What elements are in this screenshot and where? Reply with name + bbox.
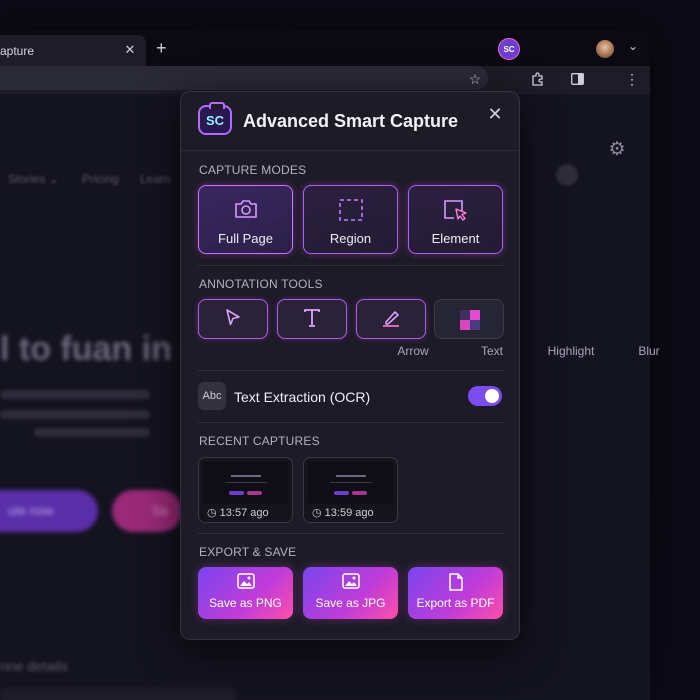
theme-toggle-icon[interactable] xyxy=(556,164,578,186)
address-bar[interactable] xyxy=(0,66,488,90)
document-icon xyxy=(408,573,503,596)
profile-avatar[interactable] xyxy=(596,40,614,58)
cta-secondary-button[interactable]: Sa xyxy=(112,490,182,532)
tool-text[interactable] xyxy=(277,299,347,339)
save-as-jpg-button[interactable]: Save as JPG xyxy=(303,567,398,619)
capture-time-label: 13:59 ago xyxy=(324,507,374,519)
smart-capture-popup: SC Advanced Smart Capture ✕ CAPTURE MODE… xyxy=(180,91,660,640)
nav-item-learn[interactable]: Learn xyxy=(140,172,171,186)
annotation-tools-heading: ANNOTATION TOOLS xyxy=(199,277,323,291)
capture-modes-heading: CAPTURE MODES xyxy=(199,163,307,177)
tab-close-icon[interactable]: ✕ xyxy=(122,42,138,58)
hero-subtext-line xyxy=(34,428,150,437)
tool-label-arrow: Arrow xyxy=(397,344,429,358)
extensions-puzzle-icon[interactable] xyxy=(528,69,548,89)
app-logo-icon: SC xyxy=(198,102,232,135)
capture-mode-label: Region xyxy=(329,231,372,246)
text-tool-icon xyxy=(278,307,346,335)
tool-blur[interactable] xyxy=(434,299,504,339)
region-select-icon xyxy=(304,198,397,228)
capture-time: ◷ 13:59 ago xyxy=(312,506,374,519)
tab-title: apture xyxy=(0,43,35,58)
details-heading: nne details xyxy=(0,658,68,674)
tool-arrow[interactable] xyxy=(198,299,268,339)
browser-toolbar: ☆ ⋮ xyxy=(0,66,650,94)
hero-subtext-line xyxy=(0,390,150,399)
export-label: Export as PDF xyxy=(416,596,495,610)
tool-label-highlight: Highlight xyxy=(547,344,595,358)
tool-highlight[interactable] xyxy=(356,299,426,339)
close-icon[interactable]: ✕ xyxy=(485,104,505,125)
section-divider xyxy=(198,265,504,266)
element-select-icon xyxy=(409,198,502,230)
extension-smart-capture-icon[interactable]: SC xyxy=(498,38,520,60)
cta-secondary-label: Sa xyxy=(152,503,168,518)
logo-text: SC xyxy=(205,112,225,128)
cta-primary-label: ute now xyxy=(8,503,54,518)
nav-item-stories[interactable]: Stories ⌄ xyxy=(8,172,59,186)
capture-mode-label: Element xyxy=(431,231,480,246)
settings-gear-icon[interactable]: ⚙ xyxy=(603,135,631,163)
section-divider xyxy=(198,422,504,423)
section-divider xyxy=(198,370,504,371)
save-as-png-button[interactable]: Save as PNG xyxy=(198,567,293,619)
ocr-label: Text Extraction (OCR) xyxy=(234,389,371,405)
capture-mode-region[interactable]: Region xyxy=(303,185,398,254)
section-divider xyxy=(198,533,504,534)
arrow-cursor-icon xyxy=(199,307,267,335)
capture-time-label: 13:57 ago xyxy=(219,507,269,519)
clock-icon: ◷ xyxy=(312,507,322,519)
capture-mode-full-page[interactable]: Full Page xyxy=(198,185,293,254)
cta-primary-button[interactable]: ute now xyxy=(0,490,98,532)
capture-mode-label: Full Page xyxy=(218,231,273,246)
tool-label-blur: Blur xyxy=(638,344,660,358)
tab-bar: apture ✕ + ⌄ xyxy=(0,30,650,66)
export-as-pdf-button[interactable]: Export as PDF xyxy=(408,567,503,619)
tab-search-icon[interactable]: ⌄ xyxy=(628,39,638,53)
tool-label-text: Text xyxy=(480,344,503,358)
capture-mode-element[interactable]: Element xyxy=(408,185,503,254)
image-icon xyxy=(198,573,293,594)
details-field xyxy=(0,688,236,700)
bookmark-star-icon[interactable]: ☆ xyxy=(465,69,485,89)
export-heading: EXPORT & SAVE xyxy=(199,545,297,559)
camera-icon xyxy=(199,198,292,226)
recent-capture-thumbnail[interactable]: ◷ 13:59 ago xyxy=(303,457,398,523)
export-label: Save as JPG xyxy=(315,596,386,610)
ocr-toggle[interactable] xyxy=(468,386,502,406)
recent-captures-heading: RECENT CAPTURES xyxy=(199,434,320,448)
hero-subtext-line xyxy=(0,410,150,419)
browser-menu-icon[interactable]: ⋮ xyxy=(622,69,642,89)
extension-logo-text: SC xyxy=(503,44,515,54)
side-panel-icon[interactable] xyxy=(567,69,587,89)
export-label: Save as PNG xyxy=(209,596,282,610)
header-divider xyxy=(181,150,519,151)
capture-preview xyxy=(308,462,393,504)
hero-heading: l to fuan in s xyxy=(0,330,201,368)
blur-icon xyxy=(460,310,480,330)
browser-tab[interactable]: apture ✕ xyxy=(0,35,146,66)
recent-capture-thumbnail[interactable]: ◷ 13:57 ago xyxy=(198,457,293,523)
capture-preview xyxy=(203,462,288,504)
highlighter-icon xyxy=(357,307,425,335)
ocr-icon: Abc xyxy=(198,382,226,410)
capture-time: ◷ 13:57 ago xyxy=(207,506,269,519)
popup-title: Advanced Smart Capture xyxy=(243,111,459,131)
new-tab-button[interactable]: + xyxy=(156,38,167,59)
clock-icon: ◷ xyxy=(207,507,217,519)
nav-item-pricing[interactable]: Pricing xyxy=(82,172,119,186)
image-icon xyxy=(303,573,398,594)
